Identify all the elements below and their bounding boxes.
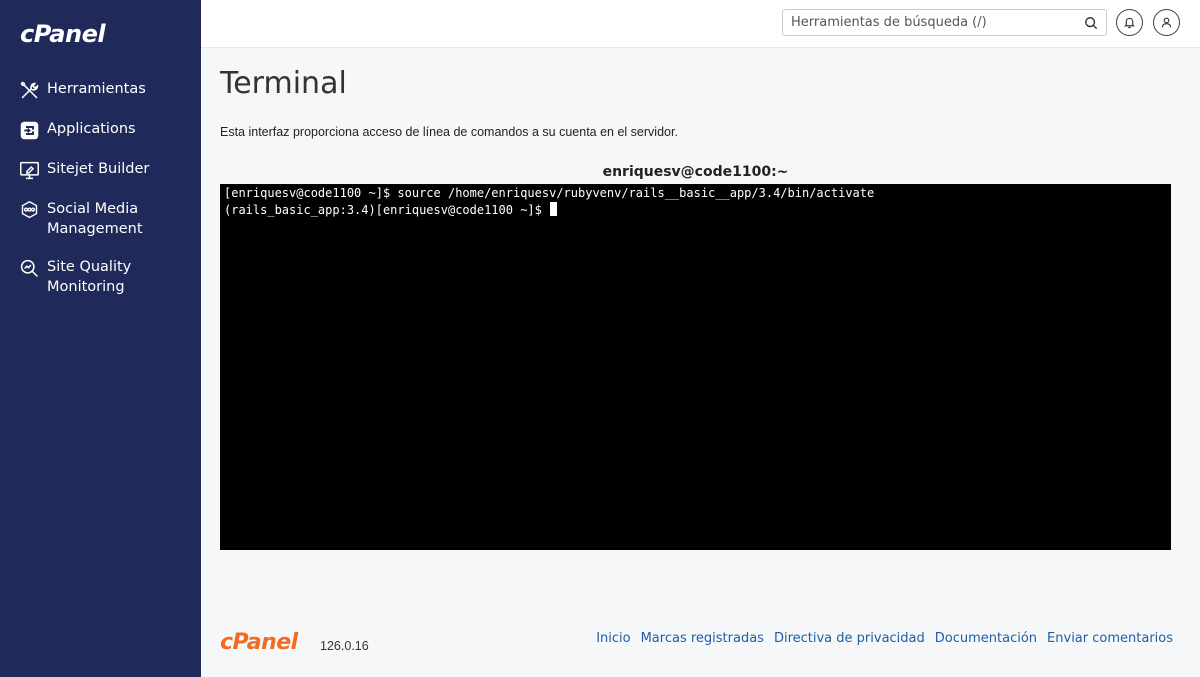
terminal-window[interactable]: [enriquesv@code1100 ~]$ source /home/enr… — [220, 184, 1171, 550]
search-box[interactable] — [782, 9, 1107, 36]
user-menu-button[interactable] — [1153, 9, 1180, 36]
tools-icon — [18, 79, 40, 101]
sidebar-item-applications[interactable]: Applications — [0, 114, 201, 146]
sidebar-item-label: Social Media Management — [47, 201, 143, 237]
applications-icon — [18, 119, 40, 141]
footer-link-enviar-comentarios[interactable]: Enviar comentarios — [1047, 631, 1173, 646]
sidebar-item-label: Applications — [47, 121, 136, 137]
terminal-title: enriquesv@code1100:~ — [602, 164, 789, 180]
sidebar-item-social-media-management[interactable]: Social Media Management — [0, 194, 201, 244]
cpanel-logo[interactable]: cPanel — [20, 20, 106, 48]
sidebar-item-label: Sitejet Builder — [47, 161, 150, 177]
bell-icon — [1124, 17, 1135, 29]
magnifier-chart-icon — [18, 257, 40, 279]
footer-link-privacidad[interactable]: Directiva de privacidad — [774, 631, 925, 646]
terminal-cursor — [550, 201, 558, 216]
page-title: Terminal — [220, 66, 347, 101]
social-media-icon — [18, 199, 40, 221]
sidebar: cPanel Herramientas Applications Sitejet… — [0, 0, 201, 677]
sidebar-nav: Herramientas Applications Sitejet Builde… — [0, 74, 201, 310]
footer-link-inicio[interactable]: Inicio — [596, 631, 630, 646]
footer-link-documentacion[interactable]: Documentación — [935, 631, 1037, 646]
sidebar-item-label: Site Quality Monitoring — [47, 259, 132, 295]
notifications-button[interactable] — [1116, 9, 1143, 36]
sidebar-item-label: Herramientas — [47, 81, 146, 97]
search-icon[interactable] — [1084, 16, 1098, 30]
sidebar-item-herramientas[interactable]: Herramientas — [0, 74, 201, 106]
version-number: 126.0.16 — [320, 639, 369, 653]
footer-link-marcas-registradas[interactable]: Marcas registradas — [641, 631, 764, 646]
user-icon — [1161, 17, 1172, 28]
page-description: Esta interfaz proporciona acceso de líne… — [220, 125, 678, 139]
terminal-prompt: (rails_basic_app:3.4)[enriquesv@code1100… — [224, 202, 550, 217]
footer-cpanel-logo[interactable]: cPanel — [220, 630, 298, 655]
top-header — [201, 0, 1200, 48]
sidebar-item-site-quality-monitoring[interactable]: Site Quality Monitoring — [0, 252, 201, 302]
terminal-line: (rails_basic_app:3.4)[enriquesv@code1100… — [224, 201, 1167, 219]
footer-links: Inicio Marcas registradas Directiva de p… — [596, 631, 1173, 646]
monitor-edit-icon — [18, 159, 40, 181]
search-input[interactable] — [791, 15, 1084, 30]
terminal-line: [enriquesv@code1100 ~]$ source /home/enr… — [224, 186, 875, 200]
sidebar-item-sitejet-builder[interactable]: Sitejet Builder — [0, 154, 201, 186]
